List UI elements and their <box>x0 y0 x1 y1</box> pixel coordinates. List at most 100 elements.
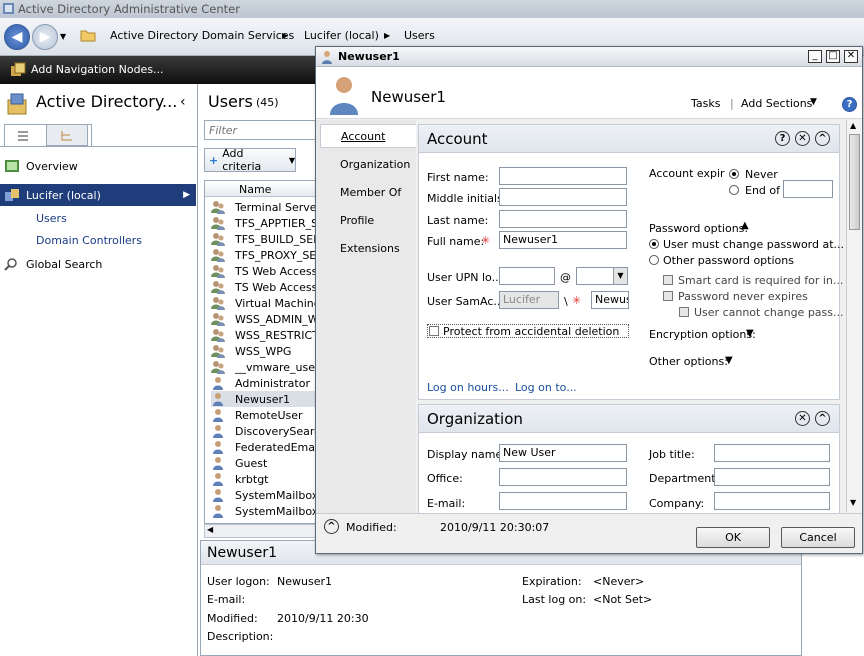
cannot-change-checkbox[interactable] <box>679 307 689 317</box>
collapse-pane-icon[interactable]: ‹ <box>180 94 186 110</box>
add-criteria-button[interactable]: + Add criteria ▼ <box>204 147 296 173</box>
tree-view-tab[interactable] <box>46 124 88 146</box>
tab-member-of[interactable]: Member Of <box>320 180 410 204</box>
table-row[interactable]: Virtual Machine <box>211 295 321 311</box>
table-row[interactable]: __vmware_user <box>211 359 321 375</box>
breadcrumb-item[interactable]: Lucifer (local) <box>304 29 379 42</box>
table-row[interactable]: TFS_BUILD_SER <box>211 231 321 247</box>
tab-label: Member Of <box>340 185 402 199</box>
sam-user-field[interactable]: Newuser1 <box>591 291 629 309</box>
table-row[interactable]: krbtgt <box>211 471 321 487</box>
scroll-down-icon[interactable]: ▼ <box>850 498 856 507</box>
never-expires-checkbox[interactable] <box>663 291 673 301</box>
smart-card-checkbox[interactable] <box>663 275 673 285</box>
close-button[interactable]: ✕ <box>844 50 858 63</box>
chevron-down-icon[interactable]: ▼ <box>725 355 733 366</box>
nav-item-users[interactable]: Users <box>36 208 226 228</box>
details-title: Newuser1 <box>207 545 277 561</box>
filter-input[interactable] <box>204 120 320 140</box>
maximize-button[interactable]: □ <box>826 50 840 63</box>
table-row[interactable]: SystemMailbox{ <box>211 503 321 519</box>
table-row[interactable]: TS Web Access <box>211 263 321 279</box>
tab-profile[interactable]: Profile <box>320 208 410 232</box>
collapse-section-icon[interactable]: ^ <box>815 411 830 426</box>
email-field[interactable] <box>499 492 627 510</box>
help-icon[interactable]: ? <box>842 97 857 112</box>
protect-deletion-checkbox[interactable]: Protect from accidental deletion <box>427 324 629 338</box>
company-field[interactable] <box>714 492 830 510</box>
table-row[interactable]: TFS_APPTIER_S <box>211 215 321 231</box>
dialog-title: Newuser1 <box>338 50 400 63</box>
log-on-to-link[interactable]: Log on to... <box>515 381 577 394</box>
list-view-icon <box>18 131 28 141</box>
table-row[interactable]: Terminal Server <box>211 199 321 215</box>
group-icon <box>211 313 225 326</box>
chevron-down-icon[interactable]: ▼ <box>746 328 754 339</box>
history-dropdown-icon[interactable]: ▼ <box>60 32 66 41</box>
table-row[interactable]: TS Web Access <box>211 279 321 295</box>
must-change-radio[interactable] <box>649 239 659 249</box>
minimize-button[interactable]: _ <box>808 50 822 63</box>
upn-field[interactable] <box>499 267 555 285</box>
department-field[interactable] <box>714 468 830 486</box>
vertical-scrollbar[interactable]: ▲ ▼ <box>846 120 862 512</box>
table-row[interactable]: RemoteUser <box>211 407 321 423</box>
first-name-field[interactable] <box>499 167 627 185</box>
horizontal-scrollbar[interactable]: ◀ <box>204 524 320 538</box>
table-row[interactable]: SystemMailbox{ <box>211 487 321 503</box>
back-button[interactable]: ◀ <box>4 24 30 50</box>
organization-section-header: Organization ✕ ^ <box>419 405 839 433</box>
collapse-section-icon[interactable]: ^ <box>815 131 830 146</box>
column-header-name[interactable]: Name <box>239 183 271 196</box>
nav-item-domain-controllers[interactable]: Domain Controllers <box>36 230 226 250</box>
chevron-up-icon[interactable]: ▲ <box>741 220 749 231</box>
full-name-field[interactable]: Newuser1 <box>499 231 627 249</box>
add-navigation-nodes-link[interactable]: Add Navigation Nodes... <box>31 63 164 76</box>
end-of-radio[interactable] <box>729 185 739 195</box>
other-password-radio[interactable] <box>649 255 659 265</box>
upn-suffix-dropdown[interactable]: ▼ <box>576 267 628 285</box>
cancel-button[interactable]: Cancel <box>781 527 855 548</box>
table-row[interactable]: FederatedEmail <box>211 439 321 455</box>
forward-button[interactable]: ▶ <box>32 24 58 50</box>
scroll-left-icon[interactable]: ◀ <box>207 525 213 534</box>
breadcrumb-item[interactable]: Users <box>404 29 435 42</box>
last-name-field[interactable] <box>499 210 627 228</box>
office-field[interactable] <box>499 468 627 486</box>
expand-footer-icon[interactable]: ^ <box>324 519 339 534</box>
table-row[interactable]: DiscoverySearch <box>211 423 321 439</box>
nav-item-global-search[interactable]: Global Search <box>4 254 194 274</box>
end-of-date-field[interactable] <box>783 180 833 198</box>
table-row[interactable]: TFS_PROXY_SE <box>211 247 321 263</box>
middle-initials-field[interactable] <box>499 188 627 206</box>
scroll-up-icon[interactable]: ▲ <box>850 121 856 130</box>
user-icon <box>213 457 223 470</box>
add-sections-menu[interactable]: Add Sections <box>741 97 812 110</box>
table-row[interactable]: WSS_WPG <box>211 343 321 359</box>
never-radio[interactable] <box>729 169 739 179</box>
scroll-thumb[interactable] <box>849 134 860 230</box>
table-row[interactable]: WSS_RESTRICT <box>211 327 321 343</box>
table-row[interactable]: Guest <box>211 455 321 471</box>
table-row[interactable]: WSS_ADMIN_W <box>211 311 321 327</box>
display-name-field[interactable]: New User <box>499 444 627 462</box>
nav-item-label: Users <box>36 211 67 225</box>
ok-button[interactable]: OK <box>696 527 770 548</box>
chevron-down-icon: ▼ <box>810 97 817 107</box>
table-row[interactable]: Administrator <box>211 375 321 391</box>
tab-account[interactable]: Account <box>320 124 416 148</box>
tasks-menu[interactable]: Tasks <box>691 97 720 110</box>
close-section-icon[interactable]: ✕ <box>795 131 810 146</box>
nav-item-overview[interactable]: Overview <box>4 156 194 176</box>
job-title-field[interactable] <box>714 444 830 462</box>
log-on-hours-link[interactable]: Log on hours... <box>427 381 509 394</box>
tab-organization[interactable]: Organization <box>320 152 410 176</box>
encryption-options-label: Encryption options: <box>649 328 756 341</box>
table-row[interactable]: Newuser1 <box>211 391 321 407</box>
tab-extensions[interactable]: Extensions <box>320 236 410 260</box>
breadcrumb-item[interactable]: Active Directory Domain Services <box>110 29 294 42</box>
close-section-icon[interactable]: ✕ <box>795 411 810 426</box>
nav-item-lucifer-local[interactable]: Lucifer (local) ▶ <box>0 184 196 206</box>
help-icon[interactable]: ? <box>775 131 790 146</box>
dialog-footer: ^ Modified: 2010/9/11 20:30:07 OK Cancel <box>316 513 862 553</box>
